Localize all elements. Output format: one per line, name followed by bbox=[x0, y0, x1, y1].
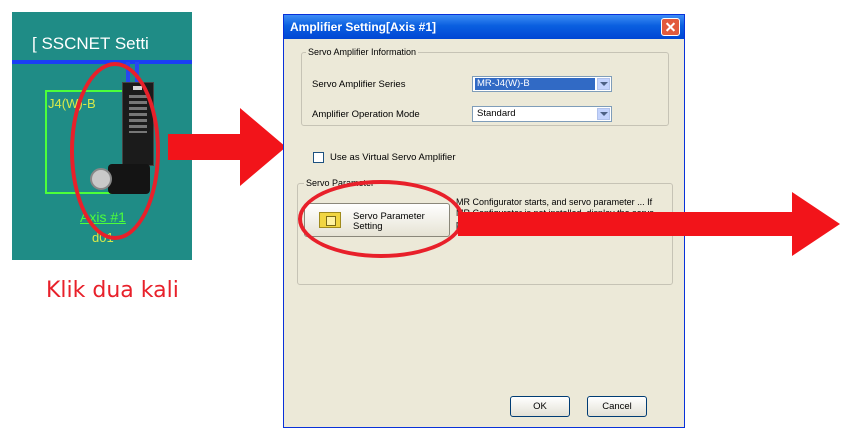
chevron-down-icon[interactable] bbox=[597, 78, 610, 90]
sscnet-schematic-panel: [ SSCNET Setti J4(W)-B Axis #1 d01 bbox=[12, 12, 192, 260]
series-label: Servo Amplifier Series bbox=[312, 79, 406, 90]
double-click-caption: Klik dua kali bbox=[46, 278, 179, 303]
highlight-oval-parameter-button bbox=[298, 180, 464, 258]
dialog-titlebar[interactable]: Amplifier Setting[Axis #1] bbox=[284, 15, 684, 39]
highlight-oval-amplifier bbox=[70, 62, 160, 240]
close-icon[interactable] bbox=[661, 18, 680, 36]
virtual-servo-checkbox-label[interactable]: Use as Virtual Servo Amplifier bbox=[330, 152, 456, 163]
dialog-title: Amplifier Setting[Axis #1] bbox=[290, 20, 437, 34]
servo-amplifier-information-label: Servo Amplifier Information bbox=[306, 47, 419, 57]
mode-value: Standard bbox=[477, 108, 516, 119]
mode-label: Amplifier Operation Mode bbox=[312, 109, 420, 120]
red-arrow-right-icon bbox=[458, 192, 840, 256]
chevron-down-icon[interactable] bbox=[597, 108, 610, 120]
series-value: MR-J4(W)-B bbox=[475, 78, 595, 90]
cancel-button[interactable]: Cancel bbox=[587, 396, 647, 417]
series-dropdown[interactable]: MR-J4(W)-B bbox=[472, 76, 612, 92]
ok-button[interactable]: OK bbox=[510, 396, 570, 417]
red-arrow-right-icon bbox=[168, 108, 286, 186]
sscnet-bus-line bbox=[12, 60, 192, 64]
virtual-servo-checkbox[interactable] bbox=[313, 152, 324, 163]
mode-dropdown[interactable]: Standard bbox=[472, 106, 612, 122]
sscnet-settings-title: [ SSCNET Setti bbox=[32, 34, 149, 53]
